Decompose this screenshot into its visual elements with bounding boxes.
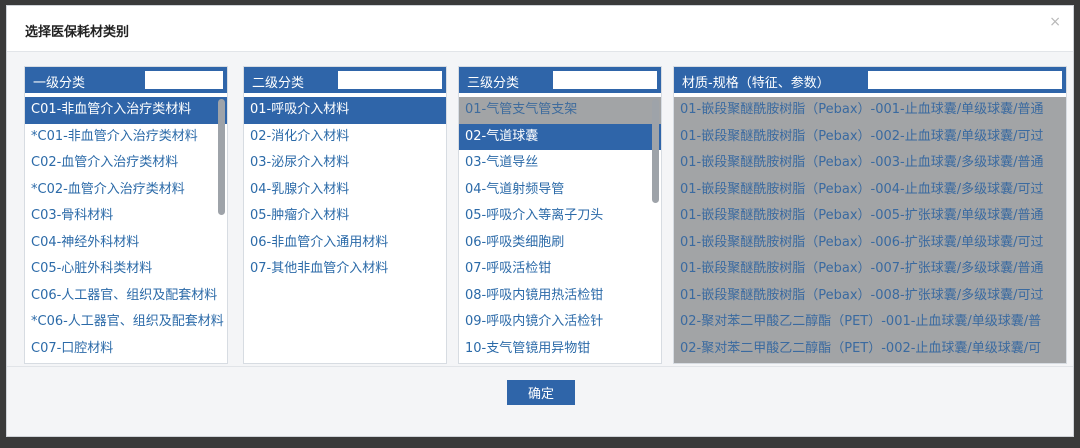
spec-list: 01-嵌段聚醚酰胺树脂（Pebax）-001-止血球囊/单级球囊/普通 01-嵌… bbox=[674, 97, 1066, 363]
level1-item[interactable]: C02-血管介入治疗类材料 bbox=[25, 150, 227, 177]
close-icon[interactable]: × bbox=[1049, 14, 1061, 30]
level3-header: 三级分类 bbox=[459, 67, 661, 93]
spec-item[interactable]: 01-嵌段聚醚酰胺树脂（Pebax）-004-止血球囊/多级球囊/可过 bbox=[674, 177, 1066, 204]
level1-panel: 一级分类 C01-非血管介入治疗类材料 *C01-非血管介入治疗类材料 C02-… bbox=[24, 66, 228, 364]
level1-item[interactable]: C06-人工器官、组织及配套材料 bbox=[25, 283, 227, 310]
level2-filter-input[interactable] bbox=[338, 71, 442, 89]
level3-item[interactable]: 03-气道导丝 bbox=[459, 150, 661, 177]
level1-header-label: 一级分类 bbox=[33, 76, 86, 91]
spec-item[interactable]: 01-嵌段聚醚酰胺树脂（Pebax）-001-止血球囊/单级球囊/普通 bbox=[674, 97, 1066, 124]
confirm-button[interactable]: 确定 bbox=[507, 380, 575, 405]
spec-item[interactable]: 02-聚对苯二甲酸乙二醇酯（PET）-002-止血球囊/单级球囊/可 bbox=[674, 336, 1066, 363]
level2-panel: 二级分类 01-呼吸介入材料 02-消化介入材料 03-泌尿介入材料 04-乳腺… bbox=[243, 66, 447, 364]
level3-list: 01-气管支气管支架 02-气道球囊 03-气道导丝 04-气道射频导管 05-… bbox=[459, 97, 661, 363]
spec-header-label: 材质-规格（特征、参数） bbox=[682, 76, 830, 91]
level1-item[interactable]: *C02-血管介入治疗类材料 bbox=[25, 177, 227, 204]
level2-item[interactable]: 04-乳腺介入材料 bbox=[244, 177, 446, 204]
spec-item[interactable]: 01-嵌段聚醚酰胺树脂（Pebax）-003-止血球囊/多级球囊/普通 bbox=[674, 150, 1066, 177]
spec-filter-input[interactable] bbox=[868, 71, 1062, 89]
level2-list: 01-呼吸介入材料 02-消化介入材料 03-泌尿介入材料 04-乳腺介入材料 … bbox=[244, 97, 446, 363]
level1-item[interactable]: C05-心脏外科类材料 bbox=[25, 256, 227, 283]
level1-header: 一级分类 bbox=[25, 67, 227, 93]
spec-item[interactable]: 01-嵌段聚醚酰胺树脂（Pebax）-008-扩张球囊/多级球囊/可过 bbox=[674, 283, 1066, 310]
level1-item[interactable]: *C06-人工器官、组织及配套材料 bbox=[25, 309, 227, 336]
dialog-header: 选择医保耗材类别 × bbox=[7, 6, 1073, 52]
level3-filter-input[interactable] bbox=[553, 71, 657, 89]
spec-item[interactable]: 02-聚对苯二甲酸乙二醇酯（PET）-001-止血球囊/单级球囊/普 bbox=[674, 309, 1066, 336]
level2-item[interactable]: 01-呼吸介入材料 bbox=[244, 97, 446, 124]
level1-item[interactable]: C01-非血管介入治疗类材料 bbox=[25, 97, 227, 124]
level1-filter-input[interactable] bbox=[145, 71, 223, 89]
level2-item[interactable]: 05-肿瘤介入材料 bbox=[244, 203, 446, 230]
level3-item[interactable]: 04-气道射频导管 bbox=[459, 177, 661, 204]
level3-header-label: 三级分类 bbox=[467, 76, 520, 91]
level1-item[interactable]: C04-神经外科材料 bbox=[25, 230, 227, 257]
level3-item[interactable]: 01-气管支气管支架 bbox=[459, 97, 661, 124]
spec-header: 材质-规格（特征、参数） bbox=[674, 67, 1066, 93]
level3-scrollbar[interactable] bbox=[652, 99, 659, 203]
level2-item[interactable]: 06-非血管介入通用材料 bbox=[244, 230, 446, 257]
spec-item[interactable]: 01-嵌段聚醚酰胺树脂（Pebax）-006-扩张球囊/单级球囊/可过 bbox=[674, 230, 1066, 257]
category-panels: 一级分类 C01-非血管介入治疗类材料 *C01-非血管介入治疗类材料 C02-… bbox=[24, 66, 1067, 364]
level3-item[interactable]: 02-气道球囊 bbox=[459, 123, 661, 150]
level3-item[interactable]: 07-呼吸活检钳 bbox=[459, 256, 661, 283]
level3-panel: 三级分类 01-气管支气管支架 02-气道球囊 03-气道导丝 04-气道射频导… bbox=[458, 66, 662, 364]
level2-header-label: 二级分类 bbox=[252, 76, 305, 91]
level1-list: C01-非血管介入治疗类材料 *C01-非血管介入治疗类材料 C02-血管介入治… bbox=[25, 97, 227, 363]
level2-item[interactable]: 02-消化介入材料 bbox=[244, 124, 446, 151]
level1-scrollbar[interactable] bbox=[218, 99, 225, 215]
select-category-dialog: 选择医保耗材类别 × 一级分类 C01-非血管介入治疗类材料 *C01-非血管介… bbox=[6, 5, 1074, 437]
level3-item[interactable]: 09-呼吸内镜介入活检针 bbox=[459, 309, 661, 336]
level1-item[interactable]: C07-口腔材料 bbox=[25, 336, 227, 363]
spec-item[interactable]: 01-嵌段聚醚酰胺树脂（Pebax）-007-扩张球囊/多级球囊/普通 bbox=[674, 256, 1066, 283]
level3-item[interactable]: 10-支气管镜用异物钳 bbox=[459, 336, 661, 363]
level2-item[interactable]: 07-其他非血管介入材料 bbox=[244, 256, 446, 283]
spec-item[interactable]: 01-嵌段聚醚酰胺树脂（Pebax）-005-扩张球囊/单级球囊/普通 bbox=[674, 203, 1066, 230]
level1-item[interactable]: C03-骨科材料 bbox=[25, 203, 227, 230]
level3-item[interactable]: 08-呼吸内镜用热活检钳 bbox=[459, 283, 661, 310]
footer-divider bbox=[7, 366, 1073, 367]
level1-item[interactable]: *C01-非血管介入治疗类材料 bbox=[25, 124, 227, 151]
spec-item[interactable]: 01-嵌段聚醚酰胺树脂（Pebax）-002-止血球囊/单级球囊/可过 bbox=[674, 124, 1066, 151]
level3-item[interactable]: 05-呼吸介入等离子刀头 bbox=[459, 203, 661, 230]
level2-item[interactable]: 03-泌尿介入材料 bbox=[244, 150, 446, 177]
dialog-title: 选择医保耗材类别 bbox=[25, 25, 130, 40]
level3-item[interactable]: 06-呼吸类细胞刷 bbox=[459, 230, 661, 257]
level2-header: 二级分类 bbox=[244, 67, 446, 93]
spec-panel: 材质-规格（特征、参数） 01-嵌段聚醚酰胺树脂（Pebax）-001-止血球囊… bbox=[673, 66, 1067, 364]
